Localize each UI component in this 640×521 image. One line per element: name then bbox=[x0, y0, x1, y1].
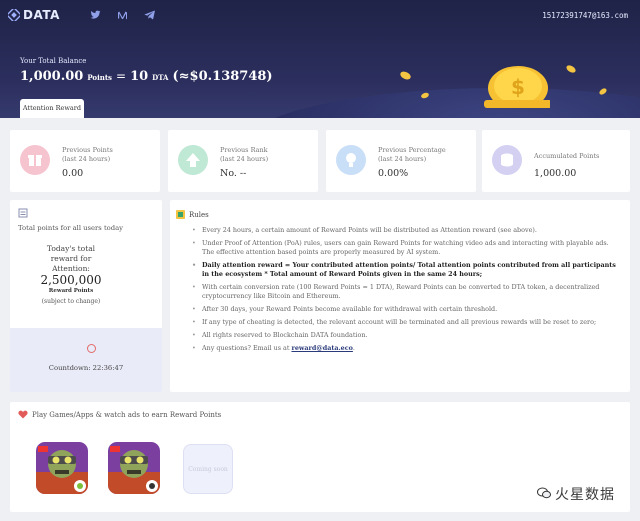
stat-label: Previous Percentage (last 24 hours) bbox=[378, 146, 446, 163]
stat-value: 0.00 bbox=[62, 168, 84, 179]
total-points-title: Total points for all users today bbox=[18, 224, 124, 232]
rule-item: Under Proof of Attention (PoA) rules, us… bbox=[192, 239, 622, 257]
subject-to-change-note: (subject to change) bbox=[41, 298, 101, 305]
rules-list: Every 24 hours, a certain amount of Rewa… bbox=[192, 226, 622, 357]
stat-value: 1,000.00 bbox=[534, 168, 577, 179]
gift-icon bbox=[20, 145, 50, 175]
equals-sign: = bbox=[116, 69, 127, 83]
stat-label: Accumulated Points bbox=[534, 152, 600, 160]
lightbulb-icon bbox=[336, 145, 366, 175]
countdown-text: Countdown: 22:36:47 bbox=[48, 364, 124, 372]
rules-card: Rules Every 24 hours, a certain amount o… bbox=[170, 200, 630, 392]
dta-amount: 10 bbox=[130, 69, 149, 84]
stat-card-previous-percentage: Previous Percentage (last 24 hours) 0.00% bbox=[326, 130, 476, 192]
balance-points: 1,000.00 bbox=[20, 69, 84, 84]
document-icon bbox=[18, 208, 28, 218]
heart-icon bbox=[18, 410, 28, 419]
rule-item: Any questions? Email us at reward@data.e… bbox=[192, 344, 622, 353]
total-reward-amount: 2,500,000 bbox=[40, 273, 102, 287]
social-links bbox=[90, 10, 155, 20]
tab-attention-reward[interactable]: Attention Reward bbox=[20, 99, 84, 118]
rule-item: After 30 days, your Reward Points become… bbox=[192, 305, 622, 314]
logo[interactable]: DATA bbox=[8, 8, 60, 22]
watermark: 火星数据 bbox=[537, 484, 615, 504]
stat-value: 0.00% bbox=[378, 168, 409, 179]
rule-item: Every 24 hours, a certain amount of Rewa… bbox=[192, 226, 622, 235]
stat-card-previous-points: Previous Points (last 24 hours) 0.00 bbox=[10, 130, 160, 192]
usd-value: (≈$0.138748) bbox=[172, 69, 273, 84]
rule-item: All rights reserved to Blockchain DATA f… bbox=[192, 331, 622, 340]
stat-label: Previous Points (last 24 hours) bbox=[62, 146, 113, 163]
stat-value: No. -- bbox=[220, 168, 247, 179]
rule-item: Daily attention reward = Your contribute… bbox=[192, 261, 622, 279]
total-points-card: Total points for all users today Today's… bbox=[10, 200, 162, 392]
twitter-icon[interactable] bbox=[90, 10, 101, 20]
rule-item: If any type of cheating is detected, the… bbox=[192, 318, 622, 327]
email-link[interactable]: reward@data.eco bbox=[291, 344, 352, 352]
stat-label: Previous Rank (last 24 hours) bbox=[220, 146, 269, 163]
rules-title: Rules bbox=[189, 210, 209, 219]
dta-unit: DTA bbox=[152, 73, 169, 82]
book-icon bbox=[176, 210, 185, 219]
coin-icon bbox=[399, 70, 412, 81]
svg-text:$: $ bbox=[511, 75, 525, 99]
game-tile-ios[interactable] bbox=[108, 442, 160, 494]
logo-text: DATA bbox=[23, 8, 60, 22]
coin-icon bbox=[565, 63, 577, 75]
coins-icon bbox=[492, 145, 522, 175]
planet-decoration bbox=[240, 88, 640, 118]
wechat-icon bbox=[537, 487, 551, 501]
countdown-panel: Countdown: 22:36:47 bbox=[10, 328, 162, 392]
coming-soon-tile: Coming soon bbox=[183, 444, 233, 494]
reward-points-unit: Reward Points bbox=[48, 288, 94, 294]
games-title: Play Games/Apps & watch ads to earn Rewa… bbox=[32, 410, 222, 419]
game-tile-android[interactable] bbox=[36, 442, 88, 494]
today-reward-label: Today's total reward for Attention: bbox=[46, 244, 96, 273]
stat-card-previous-rank: Previous Rank (last 24 hours) No. -- bbox=[168, 130, 318, 192]
points-unit: Points bbox=[87, 73, 112, 82]
account-email[interactable]: 15172391747@163.com bbox=[542, 11, 628, 20]
data-logo-icon bbox=[8, 9, 20, 21]
rank-up-icon bbox=[178, 145, 208, 175]
telegram-icon[interactable] bbox=[144, 10, 155, 20]
games-header: Play Games/Apps & watch ads to earn Rewa… bbox=[18, 410, 221, 419]
balance-label: Your Total Balance bbox=[20, 57, 87, 65]
coins-illustration: $ bbox=[415, 60, 552, 110]
rule-item: With certain conversion rate (100 Reward… bbox=[192, 283, 622, 301]
header-banner: DATA 15172391747@163.com Your Total Bala… bbox=[0, 0, 640, 118]
clock-icon bbox=[87, 344, 96, 353]
balance-row: 1,000.00 Points = 10 DTA (≈$0.138748) bbox=[20, 69, 273, 84]
rules-header: Rules bbox=[176, 210, 209, 219]
medium-icon[interactable] bbox=[117, 10, 128, 20]
watermark-text: 火星数据 bbox=[555, 487, 615, 503]
stat-card-accumulated-points: Accumulated Points 1,000.00 bbox=[482, 130, 630, 192]
